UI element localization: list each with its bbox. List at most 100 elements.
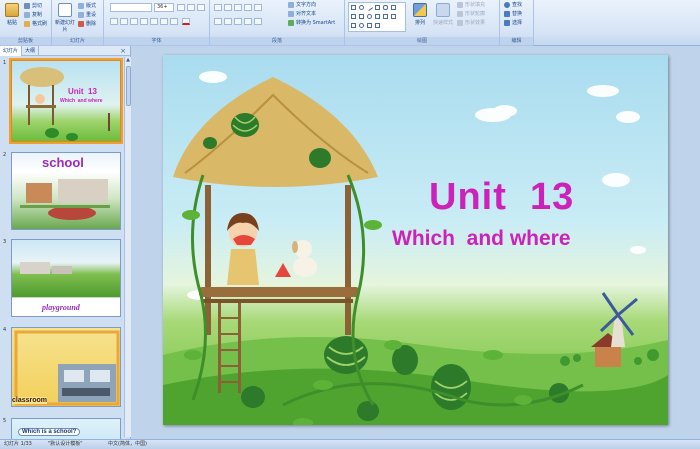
case-button[interactable] bbox=[170, 18, 178, 25]
scroll-up-icon[interactable]: ▲ bbox=[125, 57, 131, 64]
indent-button[interactable] bbox=[244, 4, 252, 11]
panel-scrollbar[interactable]: ▲ bbox=[124, 57, 131, 437]
delete-button[interactable]: 删除 bbox=[78, 20, 96, 29]
italic-button[interactable] bbox=[120, 18, 128, 25]
shape-fill-button[interactable]: 形状填充 bbox=[457, 1, 485, 10]
shrink-font-button[interactable] bbox=[187, 4, 195, 11]
layout-button[interactable]: 版式 bbox=[78, 2, 96, 11]
strike-button[interactable] bbox=[140, 18, 148, 25]
font-group: 36+ 字体 bbox=[104, 0, 210, 46]
status-bar: 幻灯片 1/33 "默认设计模板" 中文(简体，中国) bbox=[0, 439, 700, 449]
slide-thumb-4[interactable]: classroom bbox=[11, 327, 121, 407]
slides-label: 幻灯片 bbox=[52, 37, 103, 46]
slide-thumb-3[interactable]: playground bbox=[11, 239, 121, 317]
fill-icon bbox=[457, 1, 463, 8]
thumb-number: 2 bbox=[3, 152, 7, 158]
grow-font-button[interactable] bbox=[177, 4, 185, 11]
current-slide[interactable]: Unit 13 Which and where bbox=[163, 55, 668, 425]
text-direction-button[interactable]: 文字方向 bbox=[288, 1, 316, 10]
shape-icon bbox=[367, 23, 372, 28]
language-indicator[interactable]: 中文(简体，中国) bbox=[108, 440, 147, 449]
slide-editor: Unit 13 Which and where bbox=[132, 46, 700, 439]
font-color-button[interactable] bbox=[182, 18, 190, 25]
tab-outline[interactable]: 大纲 bbox=[22, 46, 40, 56]
paragraph-group: 文字方向 对齐文本 转换为 SmartArt 段落 bbox=[210, 0, 345, 46]
new-slide-icon bbox=[58, 3, 72, 17]
thumb-2-art bbox=[20, 179, 110, 220]
effects-icon bbox=[457, 19, 463, 26]
align-center-button[interactable] bbox=[224, 18, 232, 25]
close-icon[interactable]: × bbox=[120, 46, 126, 56]
shape-effects-button[interactable]: 形状效果 bbox=[457, 19, 485, 28]
thumb-number: 3 bbox=[3, 239, 7, 245]
shape-icon bbox=[359, 23, 364, 28]
shape-icon bbox=[383, 14, 388, 19]
slide-thumb-1[interactable]: Unit 13 Which and where bbox=[9, 58, 123, 144]
oval-shape-icon bbox=[359, 5, 364, 10]
line-spacing-button[interactable] bbox=[254, 4, 262, 11]
thumb-1-title: Unit 13 bbox=[68, 87, 97, 96]
bold-button[interactable] bbox=[110, 18, 118, 25]
slide-thumb-5[interactable]: Which is a school? bbox=[11, 418, 121, 439]
justify-button[interactable] bbox=[244, 18, 252, 25]
slide-thumb-2[interactable]: school bbox=[11, 152, 121, 230]
new-slide-button[interactable]: 新建幻灯片 bbox=[55, 3, 75, 33]
spacing-button[interactable] bbox=[160, 18, 168, 25]
align-text-button[interactable]: 对齐文本 bbox=[288, 10, 316, 19]
arrange-button[interactable]: 排列 bbox=[410, 3, 430, 26]
outdent-button[interactable] bbox=[234, 4, 242, 11]
shape-icon bbox=[367, 14, 372, 19]
copy-icon bbox=[24, 11, 30, 18]
find-icon bbox=[504, 1, 510, 8]
shape-icon bbox=[391, 14, 396, 19]
shape-outline-button[interactable]: 形状轮廓 bbox=[457, 10, 485, 19]
thumb-3-title: playground bbox=[42, 303, 80, 312]
smartart-button[interactable]: 转换为 SmartArt bbox=[288, 19, 335, 28]
shape-icon bbox=[351, 14, 356, 19]
line-shape-icon bbox=[366, 4, 373, 11]
theme-name: "默认设计模板" bbox=[48, 441, 83, 447]
font-name-box[interactable] bbox=[110, 3, 152, 12]
numbering-button[interactable] bbox=[224, 4, 232, 11]
slide-title[interactable]: Unit 13 bbox=[429, 176, 574, 219]
cut-button[interactable]: 剪切 bbox=[24, 2, 42, 11]
clipboard-group: 粘贴 剪切 复制 格式刷 剪贴板 bbox=[0, 0, 52, 46]
shape-icon bbox=[375, 23, 380, 28]
select-button[interactable]: 选择 bbox=[504, 19, 522, 28]
shapes-gallery[interactable] bbox=[348, 2, 406, 32]
replace-button[interactable]: 替换 bbox=[504, 10, 522, 19]
bullets-button[interactable] bbox=[214, 4, 222, 11]
clear-format-button[interactable] bbox=[197, 4, 205, 11]
format-painter-button[interactable]: 格式刷 bbox=[24, 20, 47, 29]
copy-button[interactable]: 复制 bbox=[24, 11, 42, 20]
underline-button[interactable] bbox=[130, 18, 138, 25]
editing-label: 编辑 bbox=[500, 37, 533, 46]
shadow-button[interactable] bbox=[150, 18, 158, 25]
scroll-thumb[interactable] bbox=[126, 66, 131, 106]
paste-button[interactable]: 粘贴 bbox=[2, 3, 22, 26]
columns-button[interactable] bbox=[254, 18, 262, 25]
find-button[interactable]: 查找 bbox=[504, 1, 522, 10]
slide-subtitle[interactable]: Which and where bbox=[392, 227, 571, 251]
slides-panel: 幻灯片 大纲 × 1 Unit 13 Which and where 2 scho… bbox=[0, 46, 131, 439]
ribbon: 粘贴 剪切 复制 格式刷 剪贴板 新建幻灯片 版式 重设 删除 幻灯片 36+ … bbox=[0, 0, 700, 46]
font-size-box[interactable]: 36+ bbox=[154, 3, 174, 12]
panel-tabs: 幻灯片 大纲 bbox=[0, 46, 130, 56]
replace-icon bbox=[504, 10, 510, 17]
align-right-button[interactable] bbox=[234, 18, 242, 25]
align-text-icon bbox=[288, 10, 294, 17]
arrange-icon bbox=[413, 3, 427, 17]
text-direction-icon bbox=[288, 1, 294, 8]
thumb-number: 4 bbox=[3, 327, 7, 333]
clipboard-label: 剪贴板 bbox=[0, 37, 51, 46]
scissors-icon bbox=[24, 2, 30, 9]
layout-icon bbox=[78, 2, 84, 9]
triangle-shape-icon bbox=[391, 5, 396, 10]
slides-group: 新建幻灯片 版式 重设 删除 幻灯片 bbox=[52, 0, 104, 46]
thumb-4-title: classroom bbox=[12, 397, 48, 404]
tab-slides[interactable]: 幻灯片 bbox=[0, 46, 23, 56]
reset-button[interactable]: 重设 bbox=[78, 11, 96, 20]
quick-styles-button[interactable]: 快速样式 bbox=[431, 3, 455, 26]
rect-shape-icon bbox=[351, 5, 356, 10]
align-left-button[interactable] bbox=[214, 18, 222, 25]
